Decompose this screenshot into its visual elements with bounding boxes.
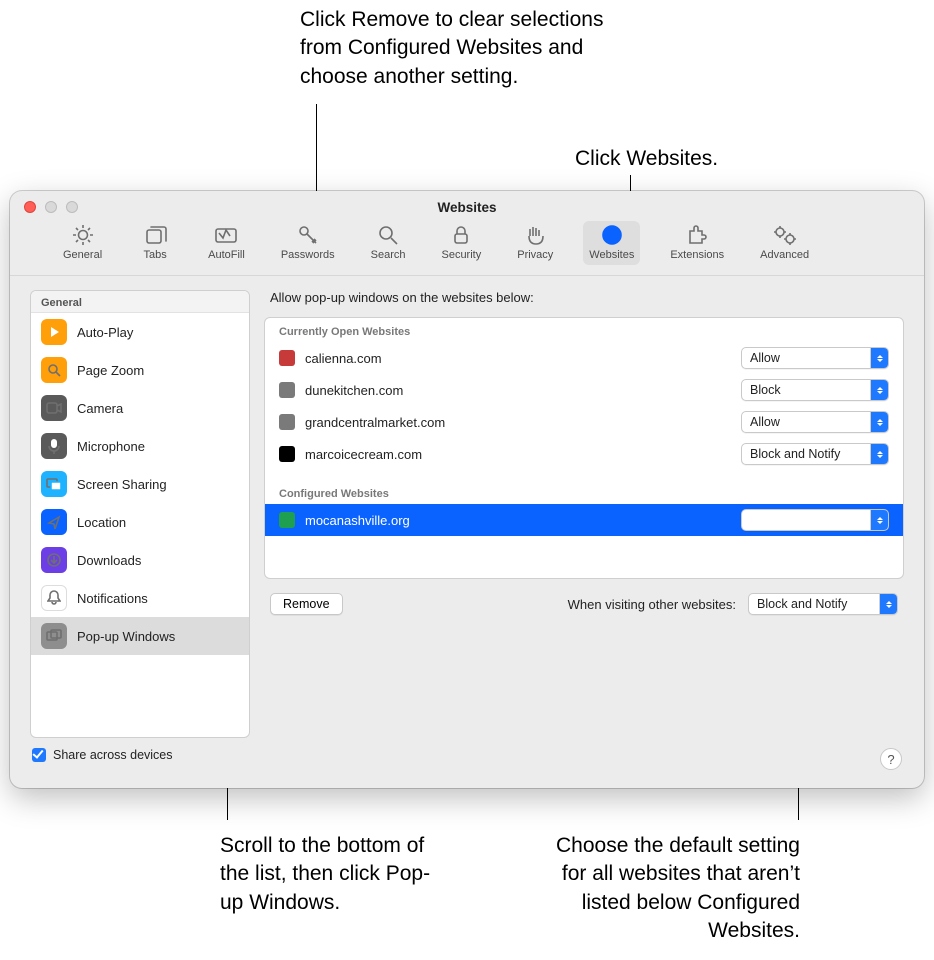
globe-icon — [600, 223, 624, 247]
sidebar-item-label: Location — [77, 515, 126, 530]
website-row[interactable]: dunekitchen.com Block — [265, 374, 903, 406]
website-row[interactable]: mocanashville.org Allow — [265, 504, 903, 536]
callout-default: Choose the default setting for all websi… — [540, 832, 800, 945]
favicon — [279, 446, 295, 462]
sidebar-item-location[interactable]: Location — [31, 503, 249, 541]
sidebar-item-pop-up-windows[interactable]: Pop-up Windows — [31, 617, 249, 655]
site-host: calienna.com — [305, 351, 382, 366]
window-title: Websites — [437, 200, 496, 215]
websites-list-box: Currently Open Websites calienna.com Allo… — [264, 317, 904, 579]
favicon — [279, 350, 295, 366]
mic-icon — [41, 433, 67, 459]
sidebar-item-label: Auto-Play — [77, 325, 133, 340]
sidebar-item-auto-play[interactable]: Auto-Play — [31, 313, 249, 351]
close-window-button[interactable] — [24, 201, 36, 213]
toolbar-autofill[interactable]: AutoFill — [202, 221, 251, 265]
toolbar-passwords[interactable]: Passwords — [275, 221, 341, 265]
toolbar-security[interactable]: Security — [435, 221, 487, 265]
lock-icon — [449, 223, 473, 247]
settings-sidebar: General Auto-Play Page Zoom Camera Micropho… — [30, 290, 250, 738]
camera-icon — [41, 395, 67, 421]
tabs-icon — [143, 223, 167, 247]
sidebar-item-label: Microphone — [77, 439, 145, 454]
site-host: grandcentralmarket.com — [305, 415, 445, 430]
sidebar-item-label: Page Zoom — [77, 363, 144, 378]
minimize-window-button[interactable] — [45, 201, 57, 213]
favicon — [279, 414, 295, 430]
zoom-icon — [41, 357, 67, 383]
sidebar-item-label: Pop-up Windows — [77, 629, 175, 644]
puzzle-icon — [685, 223, 709, 247]
sidebar-item-microphone[interactable]: Microphone — [31, 427, 249, 465]
website-row[interactable]: calienna.com Allow — [265, 342, 903, 374]
magnify-icon — [376, 223, 400, 247]
gear-icon — [71, 223, 95, 247]
gears-icon — [772, 223, 798, 247]
pencil-icon — [213, 223, 239, 247]
favicon — [279, 382, 295, 398]
sidebar-section-header: General — [31, 291, 249, 313]
site-setting-select[interactable]: Allow — [741, 347, 889, 369]
site-setting-select[interactable]: Block and Notify — [741, 443, 889, 465]
toolbar-websites[interactable]: Websites — [583, 221, 640, 265]
remove-button[interactable]: Remove — [270, 593, 343, 615]
sidebar-item-downloads[interactable]: Downloads — [31, 541, 249, 579]
sidebar-item-notifications[interactable]: Notifications — [31, 579, 249, 617]
sidebar-item-label: Camera — [77, 401, 123, 416]
sidebar-item-label: Screen Sharing — [77, 477, 167, 492]
toolbar-general[interactable]: General — [57, 221, 108, 265]
bell-icon — [41, 585, 67, 611]
arrow-icon — [41, 509, 67, 535]
other-websites-label: When visiting other websites: — [568, 597, 736, 612]
toolbar-extensions[interactable]: Extensions — [664, 221, 730, 265]
other-websites-select[interactable]: Block and Notify — [748, 593, 898, 615]
sidebar-item-camera[interactable]: Camera — [31, 389, 249, 427]
website-row[interactable]: grandcentralmarket.com Allow — [265, 406, 903, 438]
windows-icon — [41, 623, 67, 649]
prefs-toolbar: General Tabs AutoFill Passwords Search S… — [10, 215, 924, 276]
site-setting-select[interactable]: Allow — [741, 509, 889, 531]
callout-remove: Click Remove to clear selections from Co… — [300, 6, 630, 91]
screen-icon — [41, 471, 67, 497]
toolbar-tabs[interactable]: Tabs — [132, 221, 178, 265]
help-button[interactable]: ? — [880, 748, 902, 770]
sidebar-item-label: Downloads — [77, 553, 141, 568]
currently-open-header: Currently Open Websites — [265, 318, 903, 342]
window-traffic-lights — [24, 201, 78, 213]
sidebar-item-label: Notifications — [77, 591, 148, 606]
site-setting-select[interactable]: Allow — [741, 411, 889, 433]
site-host: mocanashville.org — [305, 513, 410, 528]
zoom-window-button[interactable] — [66, 201, 78, 213]
website-row[interactable]: marcoicecream.com Block and Notify — [265, 438, 903, 470]
configured-header: Configured Websites — [265, 480, 903, 504]
toolbar-privacy[interactable]: Privacy — [511, 221, 559, 265]
key-icon — [296, 223, 320, 247]
favicon — [279, 512, 295, 528]
sidebar-item-screen-sharing[interactable]: Screen Sharing — [31, 465, 249, 503]
toolbar-search[interactable]: Search — [365, 221, 412, 265]
pane-heading: Allow pop-up windows on the websites bel… — [264, 290, 904, 305]
callout-popup: Scroll to the bottom of the list, then c… — [220, 832, 440, 917]
callout-websites: Click Websites. — [575, 145, 718, 173]
down-icon — [41, 547, 67, 573]
site-host: dunekitchen.com — [305, 383, 403, 398]
toolbar-advanced[interactable]: Advanced — [754, 221, 815, 265]
site-setting-select[interactable]: Block — [741, 379, 889, 401]
preferences-window: Websites General Tabs AutoFill Passwords — [10, 191, 924, 788]
share-across-devices-label: Share across devices — [53, 748, 173, 762]
share-across-devices-checkbox[interactable] — [32, 748, 46, 762]
play-icon — [41, 319, 67, 345]
hand-icon — [523, 223, 547, 247]
sidebar-item-page-zoom[interactable]: Page Zoom — [31, 351, 249, 389]
site-host: marcoicecream.com — [305, 447, 422, 462]
